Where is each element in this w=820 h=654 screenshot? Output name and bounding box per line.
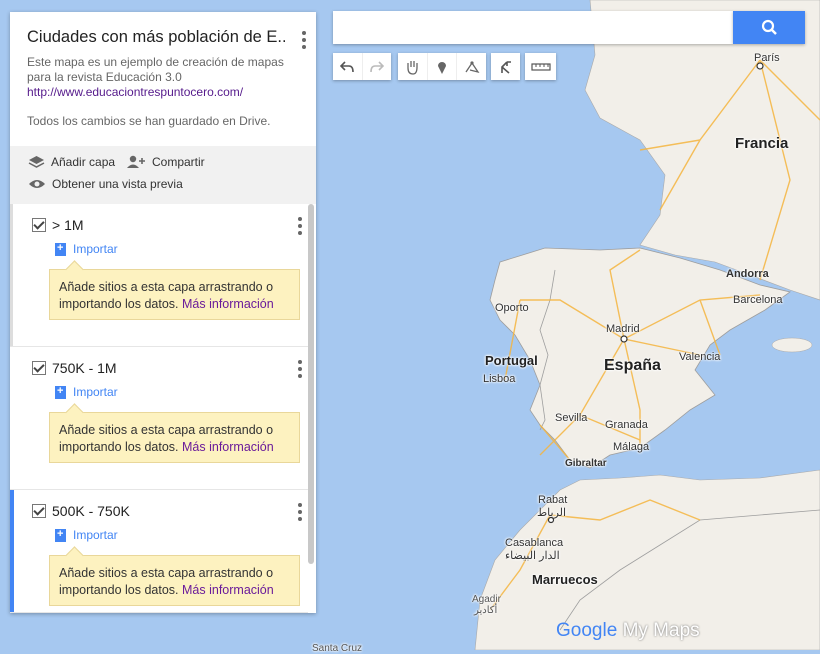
- layer-visibility-checkbox[interactable]: [32, 361, 46, 375]
- layer-visibility-checkbox[interactable]: [32, 218, 46, 232]
- preview-label: Obtener una vista previa: [52, 177, 183, 191]
- drawing-toolbar: [398, 53, 486, 80]
- city-label-agadir: Agadir: [472, 594, 501, 605]
- search-button[interactable]: [733, 11, 805, 44]
- layer-visibility-checkbox[interactable]: [32, 504, 46, 518]
- city-label-paris: París: [754, 52, 780, 64]
- search-input[interactable]: [333, 11, 733, 44]
- city-label-oporto: Oporto: [495, 302, 529, 314]
- add-layer-button[interactable]: Añadir capa: [28, 155, 115, 169]
- country-label-france: Francia: [735, 135, 789, 152]
- layer-name[interactable]: 750K - 1M: [52, 360, 117, 376]
- google-logo-text: Google: [556, 620, 618, 641]
- save-status: Todos los cambios se han guardado en Dri…: [27, 114, 271, 128]
- share-button[interactable]: Compartir: [126, 155, 205, 169]
- city-label-andorra: Andorra: [726, 268, 769, 280]
- map-legend-panel: Ciudades con más población de E... Este …: [10, 12, 316, 613]
- share-label: Compartir: [152, 155, 205, 169]
- map-header: Ciudades con más población de E... Este …: [10, 12, 316, 146]
- import-link[interactable]: Importar: [55, 385, 118, 399]
- city-label-barcelona: Barcelona: [733, 294, 783, 306]
- google-my-maps-logo: Google My Maps: [556, 620, 700, 642]
- city-label-gibraltar: Gibraltar: [565, 458, 607, 469]
- redo-button[interactable]: [363, 53, 392, 80]
- layer-options-menu-icon[interactable]: [298, 360, 302, 381]
- city-label-casablanca-ar: الدار البيضاء: [505, 550, 560, 562]
- layer-item[interactable]: > 1M Importar Añade sitios a esta capa a…: [10, 204, 308, 347]
- city-label-lisboa: Lisboa: [483, 373, 516, 385]
- draw-line-button[interactable]: [457, 53, 486, 80]
- add-directions-button[interactable]: [491, 53, 520, 80]
- eye-icon: [29, 180, 45, 188]
- layers-list: > 1M Importar Añade sitios a esta capa a…: [10, 204, 316, 613]
- search-icon: [761, 19, 777, 35]
- ruler-icon: [530, 62, 551, 71]
- layers-scrollbar[interactable]: [308, 204, 314, 564]
- country-label-portugal: Portugal: [485, 353, 538, 368]
- city-label-agadir-ar: أكادير: [474, 605, 498, 616]
- add-marker-button[interactable]: [428, 53, 458, 80]
- undo-redo-toolbar: [333, 53, 391, 80]
- city-label-madrid: Madrid: [606, 323, 640, 335]
- city-label-granada: Granada: [605, 419, 648, 431]
- import-file-icon: [55, 528, 66, 542]
- layer-empty-tooltip: Añade sitios a esta capa arrastrando o i…: [49, 412, 300, 463]
- add-layer-label: Añadir capa: [51, 155, 116, 169]
- redo-icon: [369, 60, 384, 72]
- city-label-malaga: Málaga: [613, 441, 650, 453]
- import-link[interactable]: Importar: [55, 242, 118, 256]
- layer-empty-tooltip: Añade sitios a esta capa arrastrando o i…: [49, 269, 300, 320]
- import-label: Importar: [73, 242, 118, 256]
- panel-actions: Añadir capa Compartir Obtener una vista …: [10, 146, 316, 204]
- directions-icon: [500, 60, 511, 74]
- hand-icon: [407, 60, 418, 75]
- more-info-link[interactable]: Más información: [182, 297, 274, 311]
- more-info-link[interactable]: Más información: [182, 583, 274, 597]
- undo-button[interactable]: [333, 53, 363, 80]
- undo-icon: [340, 60, 355, 72]
- measure-toolbar: [525, 53, 556, 80]
- layers-icon: [28, 156, 45, 168]
- layer-name[interactable]: > 1M: [52, 217, 84, 233]
- measure-distance-button[interactable]: [525, 53, 556, 80]
- import-label: Importar: [73, 385, 118, 399]
- country-label-morocco: Marruecos: [532, 572, 598, 587]
- map-description[interactable]: Este mapa es un ejemplo de creación de m…: [27, 55, 297, 85]
- add-person-icon: [127, 155, 145, 168]
- map-description-link[interactable]: http://www.educaciontrespuntocero.com/: [27, 85, 300, 100]
- import-label: Importar: [73, 528, 118, 542]
- more-info-link[interactable]: Más información: [182, 440, 274, 454]
- city-label-rabat-ar: الرباط: [537, 507, 567, 519]
- layer-options-menu-icon[interactable]: [298, 503, 302, 524]
- country-label-spain: España: [604, 357, 661, 374]
- draw-line-icon: [465, 60, 480, 73]
- city-label-casablanca: Casablanca: [505, 537, 564, 549]
- layer-empty-tooltip: Añade sitios a esta capa arrastrando o i…: [49, 555, 300, 606]
- layer-item-selected[interactable]: 500K - 750K Importar Añade sitios a esta…: [10, 490, 308, 613]
- marker-icon: [438, 61, 446, 74]
- layer-name[interactable]: 500K - 750K: [52, 503, 130, 519]
- import-link[interactable]: Importar: [55, 528, 118, 542]
- map-options-menu-icon[interactable]: [302, 31, 306, 52]
- city-label-santa-cruz: Santa Cruz: [312, 643, 363, 654]
- city-label-sevilla: Sevilla: [555, 412, 588, 424]
- map-title[interactable]: Ciudades con más población de E...: [27, 28, 285, 47]
- import-file-icon: [55, 385, 66, 399]
- select-hand-button[interactable]: [398, 53, 428, 80]
- my-maps-text: My Maps: [622, 620, 700, 641]
- city-label-rabat: Rabat: [538, 494, 568, 506]
- directions-toolbar: [491, 53, 520, 80]
- layer-options-menu-icon[interactable]: [298, 217, 302, 238]
- layer-item[interactable]: 750K - 1M Importar Añade sitios a esta c…: [10, 347, 308, 490]
- city-label-valencia: Valencia: [679, 351, 721, 363]
- preview-button[interactable]: Obtener una vista previa: [28, 177, 183, 191]
- import-file-icon: [55, 242, 66, 256]
